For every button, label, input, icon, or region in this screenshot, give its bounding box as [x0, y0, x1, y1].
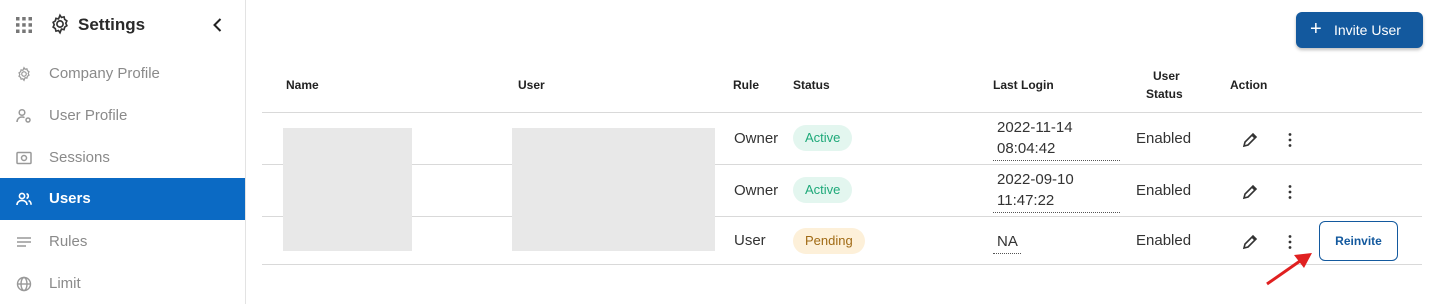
annotation-arrow-icon	[1266, 253, 1312, 286]
table-divider	[262, 264, 1422, 265]
globe-icon	[16, 276, 32, 292]
sidebar-item-sessions[interactable]: Sessions	[0, 137, 245, 179]
last-login-date: 2022-11-14	[997, 119, 1073, 136]
column-header-rule[interactable]: Rule	[733, 77, 759, 93]
user-gear-icon	[16, 108, 31, 123]
sidebar-title: Settings	[78, 15, 146, 34]
last-login-date: 2022-09-10	[997, 171, 1074, 188]
redacted-name-block	[283, 128, 412, 251]
rule-cell: User	[734, 232, 766, 249]
sidebar-item-label: User Profile	[49, 107, 128, 124]
users-icon	[16, 192, 32, 206]
sidebar-item-users[interactable]: Users	[0, 178, 245, 220]
user-status-cell: Enabled	[1136, 130, 1192, 147]
table-divider	[262, 112, 1422, 113]
redacted-user-block	[512, 128, 715, 251]
column-header-status[interactable]: Status	[793, 77, 830, 93]
last-login-cell: 2022-11-14 08:04:42	[993, 117, 1120, 161]
sidebar-item-user-profile[interactable]: User Profile	[0, 95, 245, 137]
invite-user-button[interactable]: + Invite User	[1296, 12, 1423, 48]
edit-pencil-icon[interactable]	[1241, 131, 1259, 149]
last-login-time: 08:04:42	[997, 140, 1056, 157]
table-divider	[262, 164, 1422, 165]
sidebar-item-label: Rules	[49, 233, 88, 250]
invite-user-label: Invite User	[1334, 22, 1401, 38]
sidebar-header: Settings	[0, 0, 245, 50]
column-header-name[interactable]: Name	[286, 77, 319, 93]
last-login-time: 11:47:22	[997, 192, 1055, 209]
last-login-date: NA	[997, 233, 1018, 250]
gear-icon	[18, 66, 30, 82]
sidebar-item-label: Sessions	[49, 149, 110, 166]
settings-users-page: Settings Company Profile User Profile Se…	[0, 0, 1436, 304]
rule-cell: Owner	[734, 130, 779, 147]
edit-pencil-icon[interactable]	[1241, 183, 1259, 201]
column-header-action: Action	[1230, 78, 1268, 92]
rule-cell: Owner	[734, 182, 779, 199]
settings-sidebar: Settings Company Profile User Profile Se…	[0, 0, 246, 304]
column-header-user[interactable]: User	[518, 77, 545, 93]
app-grid-icon[interactable]	[16, 17, 32, 33]
last-login-cell: NA	[993, 231, 1021, 254]
status-badge: Active	[793, 177, 853, 203]
status-badge: Active	[793, 125, 853, 151]
reinvite-button[interactable]: Reinvite	[1319, 221, 1398, 261]
column-header-last-login[interactable]: Last Login	[993, 77, 1054, 93]
more-options-icon[interactable]	[1281, 233, 1299, 251]
status-badge: Pending	[793, 228, 865, 254]
settings-gear-icon	[52, 13, 68, 35]
more-options-icon[interactable]	[1281, 183, 1299, 201]
sidebar-item-limit[interactable]: Limit	[0, 263, 245, 304]
edit-pencil-icon[interactable]	[1241, 233, 1259, 251]
table-divider	[262, 216, 1422, 217]
sessions-icon	[16, 151, 32, 165]
sidebar-item-company-profile[interactable]: Company Profile	[0, 53, 245, 95]
column-header-user-status-line1[interactable]: User	[1153, 68, 1180, 84]
sidebar-item-label: Limit	[49, 275, 81, 292]
user-status-cell: Enabled	[1136, 232, 1192, 249]
user-status-cell: Enabled	[1136, 182, 1192, 199]
column-header-user-status-line2[interactable]: Status	[1146, 86, 1183, 102]
collapse-chevron-icon[interactable]	[208, 15, 228, 35]
last-login-cell: 2022-09-10 11:47:22	[993, 169, 1120, 213]
more-options-icon[interactable]	[1281, 131, 1299, 149]
sidebar-item-rules[interactable]: Rules	[0, 221, 245, 263]
rules-icon	[17, 237, 31, 247]
sidebar-item-label: Users	[49, 190, 91, 207]
sidebar-item-label: Company Profile	[49, 65, 160, 82]
plus-icon: +	[1310, 18, 1322, 40]
